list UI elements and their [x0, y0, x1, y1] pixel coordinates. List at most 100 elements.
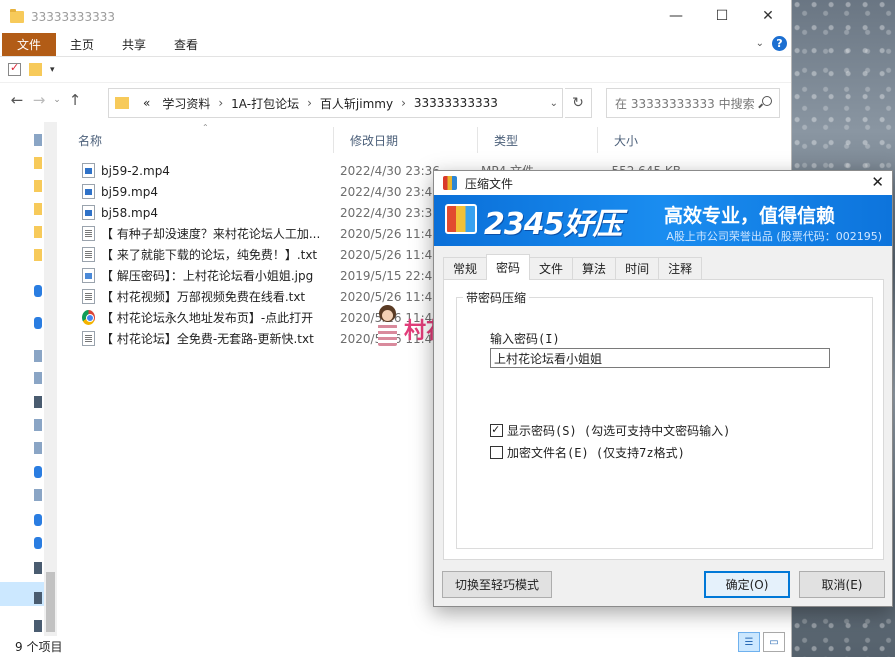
tab-algorithm[interactable]: 算法 — [572, 257, 617, 279]
tab-files[interactable]: 文件 — [529, 257, 574, 279]
text-file-icon — [82, 331, 95, 346]
address-dropdown-icon[interactable]: ⌄ — [550, 98, 558, 109]
downloads-icon[interactable] — [34, 466, 42, 478]
show-password-label: 显示密码(S) (勾选可支持中文密码输入) — [507, 424, 731, 438]
drive-icon[interactable] — [34, 620, 42, 632]
column-header-type[interactable]: 类型 — [478, 127, 598, 153]
back-arrow-icon[interactable]: ← — [6, 91, 28, 109]
breadcrumb-item[interactable]: 1A-打包论坛 — [225, 95, 305, 112]
folder-icon — [10, 8, 24, 23]
compress-dialog: 压缩文件 ✕ 2345好压 高效专业，值得信赖 A股上市公司荣誉出品 (股票代码… — [433, 170, 893, 607]
file-name: 【 有种子却没速度？来村花论坛人工加... — [101, 227, 321, 241]
recent-locations-icon[interactable]: ⌄ — [50, 95, 64, 105]
sort-up-icon: ⌃ — [202, 123, 209, 132]
music-icon[interactable] — [34, 489, 42, 501]
this-pc-icon[interactable] — [34, 350, 42, 362]
file-name-cell[interactable]: 【 有种子却没速度？来村花论坛人工加... — [78, 225, 336, 242]
file-name-cell[interactable]: 【 村花视频】万部视频免费在线看.txt — [78, 288, 336, 305]
doll-logo-icon — [374, 305, 400, 353]
customize-toolbar-icon[interactable]: ▾ — [50, 65, 55, 75]
item-count: 9 个项目 — [15, 640, 63, 654]
help-icon[interactable]: ? — [772, 36, 787, 51]
nav-scrollbar[interactable] — [44, 122, 57, 636]
desktop-icon[interactable] — [34, 514, 42, 526]
dialog-title: 压缩文件 — [465, 176, 514, 191]
refresh-button[interactable]: ↻ — [565, 88, 592, 118]
address-bar[interactable]: « 学习资料 › 1A-打包论坛 › 百人斩jimmy › 3333333333… — [108, 88, 563, 118]
properties-icon[interactable] — [8, 61, 21, 76]
status-bar: 9 个项目 — [0, 636, 792, 657]
column-header-date[interactable]: 修改日期 — [334, 127, 478, 153]
ok-button[interactable]: 确定(O) — [704, 571, 790, 598]
breadcrumb-item[interactable]: 百人斩jimmy — [314, 95, 399, 112]
show-password-checkbox[interactable] — [490, 422, 503, 437]
file-name-cell[interactable]: 【 来了就能下载的论坛，纯免费！】.txt — [78, 246, 336, 263]
tab-view[interactable]: 查看 — [160, 33, 212, 56]
file-name: bj59.mp4 — [101, 184, 158, 199]
show-password-checkbox-row[interactable]: 显示密码(S) (勾选可支持中文密码输入) — [490, 422, 730, 439]
tab-password[interactable]: 密码 — [486, 254, 531, 280]
folder-icon[interactable] — [34, 226, 42, 238]
encrypt-names-checkbox[interactable] — [490, 446, 503, 459]
file-name: bj59-2.mp4 — [101, 163, 170, 178]
videos-icon[interactable] — [34, 396, 42, 408]
breadcrumb-separator-icon[interactable]: › — [216, 96, 225, 110]
column-header-size[interactable]: 大小 — [598, 127, 688, 153]
video-file-icon — [82, 205, 95, 220]
tab-time[interactable]: 时间 — [615, 257, 660, 279]
explorer-titlebar: 33333333333 — ☐ ✕ — [0, 0, 791, 33]
folder-icon[interactable] — [34, 203, 42, 215]
details-view-icon[interactable]: ☰ — [738, 632, 760, 652]
file-name: 【 村花论坛】全免费-无套路-更新快.txt — [101, 332, 314, 346]
search-placeholder: 在 33333333333 中搜索 — [615, 96, 755, 111]
drive-icon[interactable] — [34, 592, 42, 604]
search-input[interactable]: 在 33333333333 中搜索 — [606, 88, 780, 118]
tab-share[interactable]: 共享 — [108, 33, 160, 56]
documents-icon[interactable] — [34, 442, 42, 454]
chevron-down-icon[interactable]: ⌄ — [756, 38, 764, 49]
breadcrumb-separator-icon[interactable]: › — [305, 96, 314, 110]
tab-general[interactable]: 常规 — [443, 257, 488, 279]
file-name-cell[interactable]: 【 解压密码】：上村花论坛看小姐姐.jpg — [78, 267, 336, 284]
column-header-name[interactable]: 名称 ⌃ — [62, 123, 334, 153]
file-name-cell[interactable]: 【 村花论坛永久地址发布页】-点此打开 — [78, 309, 336, 326]
password-input[interactable]: 上村花论坛看小姐姐 — [490, 348, 830, 368]
onedrive-icon[interactable] — [34, 317, 42, 329]
close-button[interactable]: ✕ — [745, 0, 791, 32]
groupbox-label: 带密码压缩 — [463, 289, 530, 306]
tab-home[interactable]: 主页 — [56, 33, 108, 56]
navigation-pane[interactable] — [0, 122, 58, 636]
minimize-button[interactable]: — — [653, 0, 699, 32]
file-name-cell[interactable]: bj58.mp4 — [78, 205, 336, 220]
maximize-button[interactable]: ☐ — [699, 0, 745, 32]
tab-comment[interactable]: 注释 — [658, 257, 703, 279]
file-name-cell[interactable]: bj59.mp4 — [78, 184, 336, 199]
forward-arrow-icon[interactable]: → — [28, 91, 50, 109]
pictures-icon[interactable] — [34, 419, 42, 431]
cancel-button[interactable]: 取消(E) — [799, 571, 885, 598]
quick-access-icon[interactable] — [34, 134, 42, 146]
file-name-cell[interactable]: 【 村花论坛】全免费-无套路-更新快.txt — [78, 330, 336, 347]
dialog-close-button[interactable]: ✕ — [871, 173, 884, 191]
encrypt-names-checkbox-row[interactable]: 加密文件名(E) (仅支持7z格式) — [490, 444, 685, 461]
file-name-cell[interactable]: bj59-2.mp4 — [78, 163, 336, 178]
folder-icon[interactable] — [34, 157, 42, 169]
nav-scrollbar-thumb[interactable] — [46, 572, 55, 632]
new-folder-icon[interactable] — [29, 63, 42, 76]
up-arrow-icon[interactable]: ↑ — [64, 91, 86, 109]
drive-icon[interactable] — [34, 562, 42, 574]
folder-icon[interactable] — [34, 249, 42, 261]
objects-3d-icon[interactable] — [34, 372, 42, 384]
file-name: 【 村花视频】万部视频免费在线看.txt — [101, 290, 306, 304]
large-icons-view-icon[interactable]: ▭ — [763, 632, 785, 652]
onedrive-icon[interactable] — [34, 285, 42, 297]
tab-file[interactable]: 文件 — [2, 33, 57, 56]
dialog-titlebar: 压缩文件 ✕ — [434, 171, 892, 195]
breadcrumb-separator-icon[interactable]: › — [399, 96, 408, 110]
folder-icon[interactable] — [34, 180, 42, 192]
breadcrumb-item[interactable]: 学习资料 — [156, 95, 216, 112]
breadcrumb-overflow[interactable]: « — [137, 96, 156, 110]
breadcrumb-item[interactable]: 33333333333 — [408, 96, 504, 110]
windows-drive-icon[interactable] — [34, 537, 42, 549]
simple-mode-button[interactable]: 切换至轻巧模式 — [442, 571, 552, 598]
